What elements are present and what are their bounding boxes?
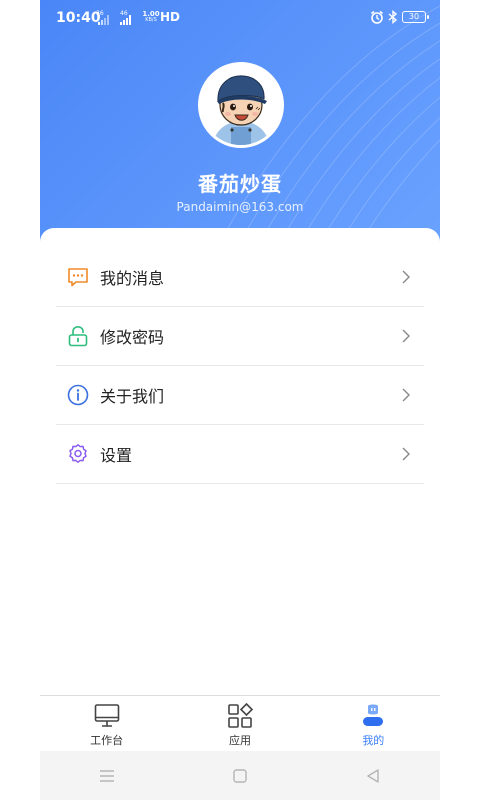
- tab-label: 工作台: [90, 734, 124, 747]
- chevron-right-icon: [402, 388, 410, 402]
- menu-nav-button[interactable]: [97, 766, 117, 786]
- back-nav-button[interactable]: [363, 766, 383, 786]
- menu-item-change-password[interactable]: 修改密码: [56, 307, 424, 366]
- hamburger-icon: [99, 769, 114, 782]
- home-nav-button[interactable]: [230, 766, 250, 786]
- lock-icon: [66, 324, 90, 348]
- profile-icon: [363, 704, 384, 726]
- profile-menu: 我的消息 修改密码 关于我们 设置: [56, 248, 424, 484]
- chevron-right-icon: [402, 329, 410, 343]
- status-time: 10:40: [56, 10, 101, 26]
- avatar[interactable]: [198, 62, 284, 148]
- apps-icon: [228, 702, 254, 728]
- gear-icon: [66, 442, 90, 466]
- signal-icon-2: [120, 15, 131, 25]
- menu-item-settings[interactable]: 设置: [56, 425, 424, 484]
- back-triangle-icon: [367, 768, 380, 783]
- menu-item-label: 关于我们: [100, 387, 165, 406]
- menu-item-label: 设置: [100, 446, 133, 465]
- profile-name: 番茄炒蛋: [198, 172, 282, 196]
- alarm-icon: [371, 10, 383, 24]
- menu-item-label: 修改密码: [100, 328, 165, 347]
- hd-indicator: HD: [160, 10, 181, 24]
- menu-card: 我的消息 修改密码 关于我们 设置: [40, 228, 440, 695]
- network-speed: 1.00 KB/S: [140, 11, 162, 24]
- menu-item-messages[interactable]: 我的消息: [56, 248, 424, 307]
- tab-label: 应用: [228, 734, 251, 747]
- avatar-illustration: [201, 65, 281, 145]
- system-nav-bar: [40, 751, 440, 800]
- bottom-tab-bar: 工作台 应用 我的: [40, 695, 440, 751]
- tab-apps[interactable]: 应用: [173, 696, 306, 751]
- menu-item-label: 我的消息: [100, 269, 165, 288]
- chevron-right-icon: [402, 270, 410, 284]
- info-icon: [66, 383, 90, 407]
- menu-item-about[interactable]: 关于我们: [56, 366, 424, 425]
- monitor-icon: [94, 704, 119, 727]
- battery-indicator: 30: [402, 11, 429, 23]
- tab-mine[interactable]: 我的: [307, 696, 440, 751]
- bluetooth-icon: [388, 10, 398, 24]
- status-bar: 10:40 36 46 1.00 KB/S HD 30: [40, 0, 440, 38]
- home-square-icon: [233, 768, 247, 783]
- tab-workbench[interactable]: 工作台: [40, 696, 173, 751]
- chevron-right-icon: [402, 447, 410, 461]
- message-icon: [66, 265, 90, 289]
- tab-label: 我的: [362, 734, 385, 747]
- status-right-icons: 30: [370, 10, 429, 24]
- app-frame: 10:40 36 46 1.00 KB/S HD 30 番茄炒蛋 Pandaim…: [40, 0, 440, 800]
- signal-icon: [98, 15, 109, 25]
- profile-header: 10:40 36 46 1.00 KB/S HD 30 番茄炒蛋 Pandaim…: [40, 0, 440, 250]
- profile-email: Pandaimin@163.com: [176, 200, 304, 214]
